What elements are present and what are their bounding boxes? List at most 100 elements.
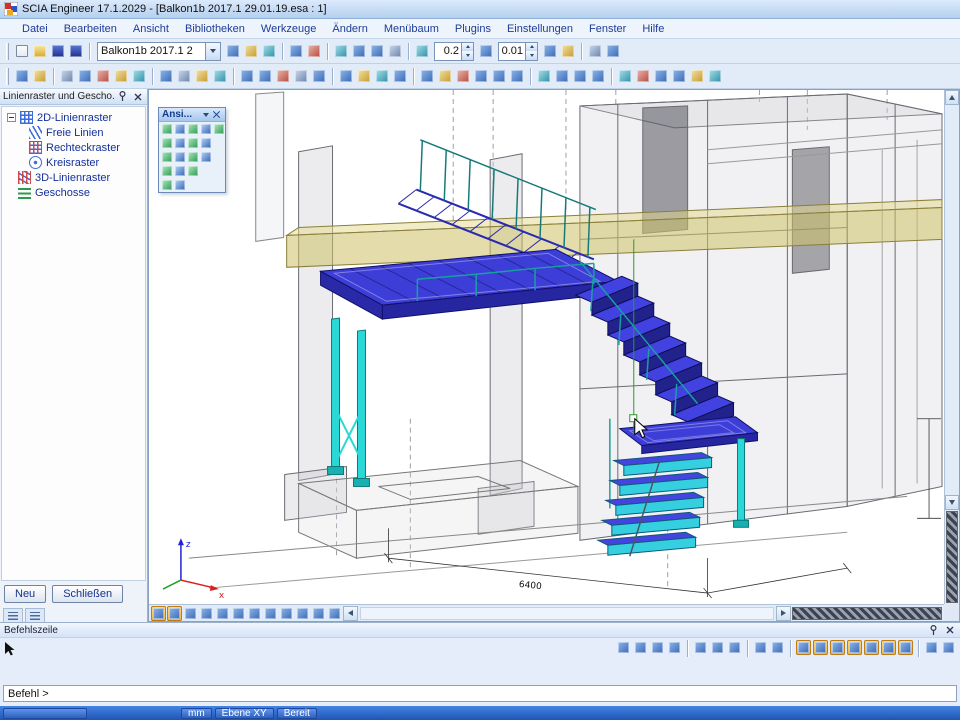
track-cursor-icon[interactable] (753, 640, 768, 655)
tree-item-rechteckraster[interactable]: Rechteckraster (4, 140, 143, 155)
hidden-line-icon[interactable] (231, 606, 246, 621)
scroll-right-icon[interactable] (776, 606, 791, 621)
slab-icon[interactable] (113, 68, 129, 84)
redo-icon[interactable] (261, 43, 277, 59)
rotate-icon[interactable] (491, 68, 507, 84)
tree-item-kreisraster[interactable]: Kreisraster (4, 155, 143, 170)
snap-settings-icon[interactable] (924, 640, 939, 655)
view-next-icon[interactable] (200, 137, 212, 149)
draw-line-icon[interactable] (616, 640, 631, 655)
break-icon[interactable] (572, 68, 588, 84)
view-front-icon[interactable] (161, 151, 173, 163)
menu-item-werkzeuge[interactable]: Werkzeuge (253, 21, 324, 37)
engineering-report-icon[interactable] (387, 43, 403, 59)
check-structure-icon[interactable] (351, 43, 367, 59)
menu-item-fenster[interactable]: Fenster (581, 21, 634, 37)
spinner-arrows-icon[interactable] (525, 43, 537, 60)
close-project-icon[interactable] (225, 43, 241, 59)
select-icon[interactable] (419, 68, 435, 84)
menu-item-plugins[interactable]: Plugins (447, 21, 499, 37)
activity-icon[interactable] (605, 43, 621, 59)
render-params-icon[interactable] (187, 165, 199, 177)
zoom-all-icon[interactable] (213, 123, 225, 135)
selection-cursor-icon[interactable] (4, 642, 16, 656)
concrete-structure[interactable] (189, 92, 942, 588)
rotation-scroll-thumb[interactable] (946, 511, 958, 603)
grid-snap-icon[interactable] (671, 68, 687, 84)
tree-item-freie-linien[interactable]: Freie Linien (4, 125, 143, 140)
menu-item-datei[interactable]: Datei (14, 21, 56, 37)
move-icon[interactable] (455, 68, 471, 84)
dock-toolbar-icon[interactable] (941, 640, 956, 655)
tree-item-3d-linienraster[interactable]: 3D-Linienraster (4, 170, 143, 185)
menu-item-bearbeiten[interactable]: Bearbeiten (56, 21, 125, 37)
support-icon[interactable] (239, 68, 255, 84)
dimension-icon[interactable] (635, 68, 651, 84)
subregion-icon[interactable] (176, 68, 192, 84)
hinge-icon[interactable] (257, 68, 273, 84)
screenshot-icon[interactable] (183, 606, 198, 621)
toolbar-grip[interactable] (6, 43, 9, 60)
pin-icon[interactable] (927, 624, 940, 636)
line-tool-icon[interactable] (14, 68, 30, 84)
pan-view-icon[interactable] (174, 123, 186, 135)
layers-vp-icon[interactable] (311, 606, 326, 621)
named-views-icon[interactable] (295, 606, 310, 621)
zoom-select-icon[interactable] (414, 43, 430, 59)
join-icon[interactable] (590, 68, 606, 84)
wireframe-mode-icon[interactable] (199, 606, 214, 621)
menu-item-ansicht[interactable]: Ansicht (125, 21, 177, 37)
point-load-icon[interactable] (275, 68, 291, 84)
scroll-up-icon[interactable] (945, 90, 959, 105)
open-project-icon[interactable] (32, 43, 48, 59)
save-picture-icon[interactable] (151, 606, 166, 621)
render-options-icon[interactable] (327, 606, 342, 621)
mirror-icon[interactable] (509, 68, 525, 84)
snap-ortho-icon[interactable] (881, 640, 896, 655)
toolbar-grip[interactable] (6, 68, 9, 85)
view-direction-icon[interactable] (279, 606, 294, 621)
zoom-out-icon[interactable] (200, 123, 212, 135)
text-note-icon[interactable] (653, 68, 669, 84)
copy-multiple-icon[interactable] (473, 68, 489, 84)
wall-icon[interactable] (131, 68, 147, 84)
refresh-icon[interactable] (560, 43, 576, 59)
rotate-view-icon[interactable] (161, 123, 173, 135)
new-button[interactable]: Neu (4, 585, 46, 603)
perspective-icon[interactable] (247, 606, 262, 621)
spline-icon[interactable] (710, 640, 725, 655)
coord-input-icon[interactable] (707, 68, 723, 84)
column-icon[interactable] (95, 68, 111, 84)
save-all-icon[interactable] (68, 43, 84, 59)
dimension-tools-icon[interactable] (32, 68, 48, 84)
select-polygon-icon[interactable] (437, 68, 453, 84)
trim-icon[interactable] (536, 68, 552, 84)
close-icon[interactable] (131, 91, 144, 103)
stress-icon[interactable] (392, 68, 408, 84)
measure-icon[interactable] (617, 68, 633, 84)
panel-tab-tree[interactable] (3, 608, 23, 622)
cancel-draw-icon[interactable] (667, 640, 682, 655)
node-icon[interactable] (59, 68, 75, 84)
scroll-left-icon[interactable] (343, 606, 358, 621)
tree-item-2d-linienraster[interactable]: 2D-Linienraster (4, 110, 143, 125)
shaded-mode-icon[interactable] (215, 606, 230, 621)
rib-icon[interactable] (194, 68, 210, 84)
solver-icon[interactable] (356, 68, 372, 84)
clip-planes-icon[interactable] (263, 606, 278, 621)
new-project-icon[interactable] (14, 43, 30, 59)
precision-spinner[interactable]: 0.01 (498, 42, 538, 61)
zoom-selection-icon[interactable] (174, 137, 186, 149)
command-input[interactable] (3, 685, 957, 702)
close-polygon-icon[interactable] (727, 640, 742, 655)
snap-edge-icon[interactable] (864, 640, 879, 655)
horizontal-scroll-thumb[interactable] (792, 607, 942, 620)
paste-icon[interactable] (306, 43, 322, 59)
surface-load-icon[interactable] (311, 68, 327, 84)
snap-intersection-icon[interactable] (813, 640, 828, 655)
palette-titlebar[interactable]: Ansi... (159, 108, 225, 122)
layers-icon[interactable] (587, 43, 603, 59)
extend-icon[interactable] (554, 68, 570, 84)
tree-item-geschosse[interactable]: Geschosse (4, 185, 143, 200)
snap-midpoint-icon[interactable] (796, 640, 811, 655)
